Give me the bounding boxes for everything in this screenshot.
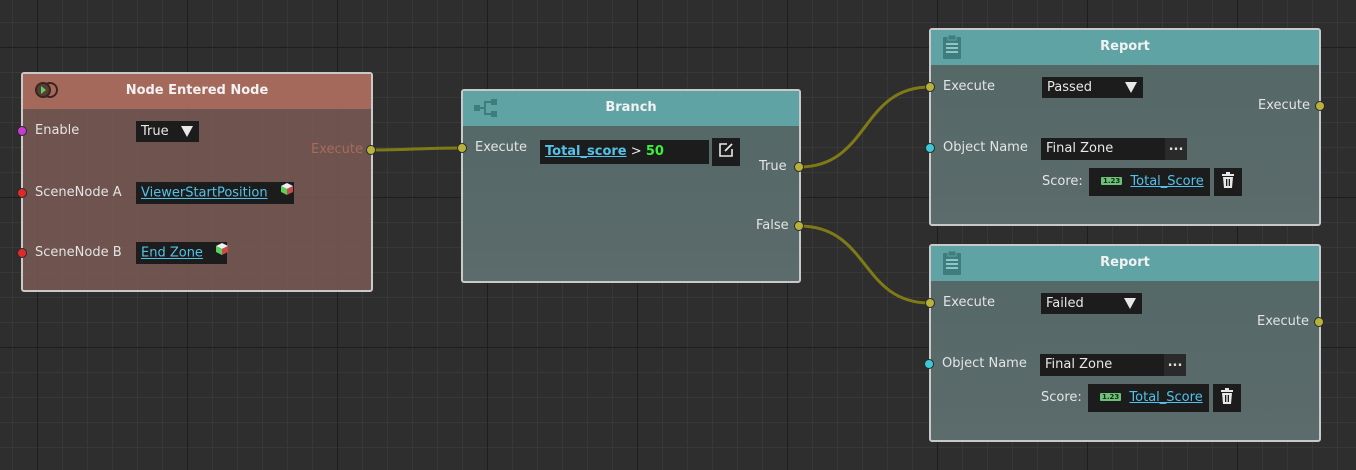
trash-icon — [1220, 388, 1234, 408]
wire-false-to-report-failed — [798, 224, 931, 305]
node-title: Report — [1100, 39, 1150, 54]
condition-value: 50 — [645, 144, 664, 159]
report-passed-score-label: Score: — [1042, 174, 1083, 189]
chevron-down-icon — [181, 126, 193, 137]
report-failed-score-field[interactable]: 1.23 Total_Score — [1088, 384, 1209, 412]
node-title: Report — [1100, 255, 1150, 270]
toggle-icon — [33, 80, 63, 113]
report-passed-score-field[interactable]: 1.23 Total_Score — [1089, 168, 1210, 196]
wire-entered-to-branch — [370, 146, 463, 152]
branch-execute-in-pin[interactable] — [457, 143, 467, 153]
report-failed-status-dropdown[interactable]: Failed — [1041, 293, 1142, 314]
status-value: Passed — [1047, 80, 1093, 95]
score-link[interactable]: Total_Score — [1130, 174, 1203, 189]
score-link[interactable]: Total_Score — [1129, 390, 1202, 405]
report-passed-object-name-label: Object Name — [943, 140, 1028, 155]
report-passed-object-name-pin[interactable] — [925, 143, 935, 153]
report-failed-object-name-pin[interactable] — [924, 359, 934, 369]
browse-button[interactable]: ... — [1165, 138, 1187, 160]
scenenode-a-label: SceneNode A — [35, 185, 122, 200]
report-passed-object-name-input[interactable]: Final Zone ... — [1041, 138, 1187, 160]
scenenode-a-pin[interactable] — [17, 188, 27, 198]
node-branch[interactable]: Branch — [461, 89, 801, 283]
trash-icon — [1221, 172, 1235, 192]
report-failed-execute-in-label: Execute — [943, 295, 995, 310]
report-failed-execute-out-label: Execute — [1257, 314, 1309, 329]
report-passed-execute-in-pin[interactable] — [925, 82, 935, 92]
clipboard-icon — [941, 34, 963, 73]
number-type-icon: 1.23 — [1101, 177, 1123, 185]
status-value: Failed — [1046, 296, 1084, 311]
report-passed-execute-out-label: Execute — [1258, 98, 1310, 113]
condition-field[interactable]: Total_score > 50 — [540, 140, 709, 164]
edit-icon — [718, 142, 734, 162]
report-passed-execute-in-label: Execute — [943, 79, 995, 94]
report-failed-execute-out-pin[interactable] — [1314, 317, 1324, 327]
report-header[interactable]: Report — [931, 30, 1319, 65]
scenenode-b-link[interactable]: End Zone — [141, 246, 203, 261]
node-entered-header[interactable]: Node Entered Node — [23, 74, 371, 109]
false-out-pin[interactable] — [794, 221, 804, 231]
scenenode-b-field[interactable]: End Zone — [136, 242, 229, 264]
browse-button[interactable]: ... — [1164, 354, 1186, 376]
node-report-passed[interactable]: Report — [929, 28, 1321, 226]
report-passed-execute-out-pin[interactable] — [1315, 101, 1325, 111]
cube-icon — [215, 242, 229, 264]
report-failed-score-label: Score: — [1041, 390, 1082, 405]
branch-icon — [473, 98, 499, 131]
false-label: False — [756, 218, 789, 233]
entered-execute-out-label: Execute — [311, 142, 363, 157]
scenenode-b-pin[interactable] — [17, 248, 27, 258]
report-passed-delete-button[interactable] — [1214, 168, 1242, 196]
scenenode-a-field[interactable]: ViewerStartPosition — [136, 182, 294, 204]
true-out-pin[interactable] — [794, 162, 804, 172]
number-type-icon: 1.23 — [1100, 393, 1122, 401]
report-failed-delete-button[interactable] — [1213, 384, 1241, 412]
node-title: Branch — [605, 100, 657, 115]
condition-variable[interactable]: Total_score — [545, 144, 627, 159]
node-title: Node Entered Node — [125, 83, 269, 98]
branch-execute-in-label: Execute — [475, 140, 527, 155]
enable-value: True — [141, 124, 169, 139]
report-passed-status-dropdown[interactable]: Passed — [1042, 77, 1143, 98]
cube-icon — [280, 182, 294, 204]
report-failed-object-name-input[interactable]: Final Zone ... — [1040, 354, 1186, 376]
report-header[interactable]: Report — [931, 246, 1319, 281]
enable-label: Enable — [35, 123, 80, 138]
chevron-down-icon — [1124, 298, 1136, 309]
clipboard-icon — [941, 250, 963, 289]
edit-condition-button[interactable] — [712, 138, 740, 166]
branch-header[interactable]: Branch — [463, 91, 799, 126]
scenenode-b-label: SceneNode B — [35, 245, 122, 260]
true-label: True — [759, 159, 787, 174]
object-name-value: Final Zone — [1045, 357, 1113, 372]
wire-true-to-report-passed — [798, 85, 931, 169]
report-failed-execute-in-pin[interactable] — [925, 298, 935, 308]
node-report-failed[interactable]: Report — [929, 244, 1321, 442]
report-failed-object-name-label: Object Name — [942, 356, 1027, 371]
chevron-down-icon — [1125, 82, 1137, 93]
enable-dropdown[interactable]: True — [136, 121, 199, 142]
enable-pin[interactable] — [17, 126, 27, 136]
object-name-value: Final Zone — [1046, 141, 1114, 156]
entered-execute-out-pin[interactable] — [366, 145, 376, 155]
condition-operator: > — [630, 144, 642, 159]
scenenode-a-link[interactable]: ViewerStartPosition — [141, 186, 268, 201]
